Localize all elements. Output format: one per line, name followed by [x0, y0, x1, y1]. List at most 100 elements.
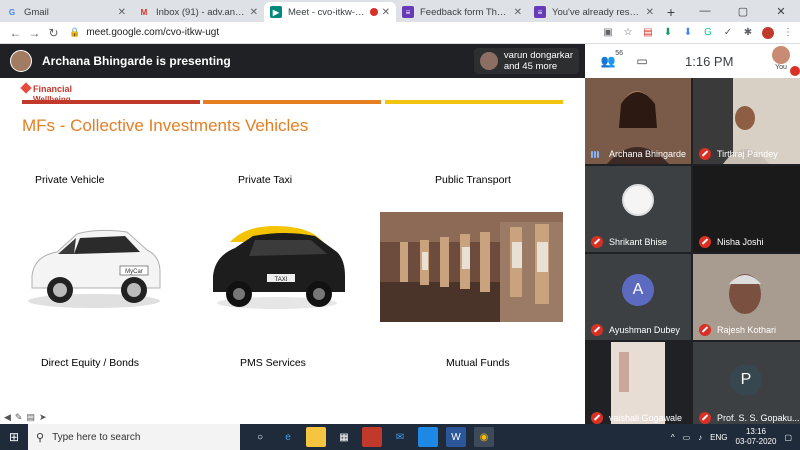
- participant-tile[interactable]: Shrikant Bhise: [585, 166, 691, 252]
- clock: 1:16 PM: [685, 53, 734, 69]
- avatar: [622, 184, 654, 216]
- participant-name: Prof. S. S. Gopaku...: [717, 413, 800, 423]
- participant-tile[interactable]: vaishali Gogawale: [585, 342, 691, 428]
- participant-tile[interactable]: Tirthraj Pandey: [693, 78, 800, 164]
- self-label: You: [775, 64, 787, 71]
- minimize-icon[interactable]: —: [686, 0, 724, 22]
- extension-download-icon[interactable]: ⬇: [662, 27, 674, 39]
- svg-text:MyCar: MyCar: [125, 269, 143, 275]
- participant-name: Shrikant Bhise: [609, 237, 668, 247]
- chrome-icon[interactable]: ◉: [474, 427, 494, 447]
- mic-off-icon: [790, 66, 800, 76]
- people-button[interactable]: 👥 56: [591, 48, 625, 74]
- chat-button[interactable]: ▭: [625, 48, 659, 74]
- pen-icon[interactable]: ✎: [15, 412, 23, 423]
- close-icon[interactable]: ✕: [118, 7, 126, 18]
- mic-off-icon: [591, 412, 603, 424]
- notification-icon[interactable]: ▢: [784, 433, 792, 442]
- close-window-icon[interactable]: ✕: [762, 0, 800, 22]
- slide-bar: [22, 100, 200, 104]
- tab-feedback[interactable]: ≡ Feedback form Thanks for ✕: [396, 2, 528, 22]
- slide-title: MFs - Collective Investments Vehicles: [22, 116, 309, 135]
- puzzle-icon[interactable]: ✱: [742, 27, 754, 39]
- participant-tile[interactable]: P Prof. S. S. Gopaku...: [693, 342, 800, 428]
- network-icon[interactable]: ▭: [683, 433, 691, 442]
- url-text: meet.google.com/cvo-itkw-ugt: [86, 27, 220, 38]
- camera-icon[interactable]: ▣: [602, 27, 614, 39]
- tab-gmail[interactable]: G Gmail ✕: [0, 2, 132, 22]
- mail-icon[interactable]: ✉: [390, 427, 410, 447]
- tab-label: Feedback form Thanks for: [420, 6, 510, 18]
- participant-tile[interactable]: Rajesh Kothari: [693, 254, 800, 340]
- extension-check-icon[interactable]: ✓: [722, 27, 734, 39]
- slide-bar: [385, 100, 563, 104]
- participant-name: Archana Bhingarde: [609, 149, 687, 159]
- avatar: [772, 46, 790, 64]
- tab-label: You've already responded: [552, 6, 642, 18]
- presenting-label: Archana Bhingarde is presenting: [42, 54, 231, 68]
- language-indicator[interactable]: ENG: [710, 433, 727, 442]
- avatar: A: [622, 274, 654, 306]
- participant-name: Rajesh Kothari: [717, 325, 777, 335]
- star-icon[interactable]: ☆: [622, 27, 634, 39]
- close-icon[interactable]: ✕: [514, 7, 522, 18]
- avatar: P: [730, 364, 762, 396]
- taskbar-clock[interactable]: 13:16 03-07-2020: [736, 427, 777, 447]
- tab-inbox[interactable]: M Inbox (91) - adv.anjumajm ✕: [132, 2, 264, 22]
- address-bar[interactable]: 🔒 meet.google.com/cvo-itkw-ugt: [69, 24, 602, 42]
- chat-icon: ▭: [636, 54, 648, 68]
- recording-icon: [369, 8, 378, 16]
- others-chip[interactable]: varun dongarkar and 45 more: [473, 48, 579, 74]
- close-icon[interactable]: ✕: [382, 7, 390, 18]
- caption-mutual-funds: Mutual Funds: [446, 357, 510, 369]
- train-photo: [380, 212, 563, 322]
- search-placeholder: Type here to search: [52, 431, 141, 443]
- windows-start-icon[interactable]: ⊞: [0, 424, 28, 450]
- mic-off-icon: [591, 324, 603, 336]
- tab-label: Inbox (91) - adv.anjumajm: [156, 6, 246, 18]
- volume-icon[interactable]: ♪: [698, 433, 702, 442]
- chevron-up-icon[interactable]: ^: [671, 433, 675, 442]
- tab-responded[interactable]: ≡ You've already responded ✕: [528, 2, 660, 22]
- self-view[interactable]: You: [768, 46, 800, 76]
- gmail-icon: M: [140, 7, 148, 17]
- extension-pdf-icon[interactable]: ▤: [642, 27, 654, 39]
- participant-name: Ayushman Dubey: [609, 325, 680, 335]
- edge-icon[interactable]: e: [278, 427, 298, 447]
- participant-name: vaishali Gogawale: [609, 413, 683, 423]
- gift-icon[interactable]: [362, 427, 382, 447]
- presenter-bar: Archana Bhingarde is presenting varun do…: [0, 44, 585, 78]
- participant-tile[interactable]: Nisha Joshi: [693, 166, 800, 252]
- back-icon[interactable]: ←: [6, 26, 25, 40]
- meet-icon: ▶: [270, 6, 282, 18]
- close-icon[interactable]: ✕: [250, 7, 258, 18]
- participants-grid: Archana Bhingarde Tirthraj Pandey Shrika…: [585, 78, 800, 428]
- participant-tile[interactable]: A Ayushman Dubey: [585, 254, 691, 340]
- store-icon[interactable]: ▦: [334, 427, 354, 447]
- others-name: varun dongarkar: [503, 50, 573, 61]
- close-icon[interactable]: ✕: [646, 7, 654, 18]
- slides-icon[interactable]: ▤: [26, 412, 35, 423]
- profile-icon[interactable]: [762, 26, 774, 39]
- people-count: 56: [615, 50, 623, 57]
- taskbar-search[interactable]: ⚲ Type here to search: [28, 424, 240, 450]
- lock-icon: 🔒: [69, 27, 81, 37]
- reload-icon[interactable]: ↻: [44, 26, 63, 40]
- extension-arrow-icon[interactable]: ⬇: [682, 27, 694, 39]
- task-view-icon[interactable]: ○: [250, 427, 270, 447]
- extension-icons: ▣ ☆ ▤ ⬇ ⬇ G ✓ ✱ ⋮: [602, 26, 794, 39]
- file-explorer-icon[interactable]: [306, 427, 326, 447]
- speaking-icon: [591, 148, 603, 160]
- word-icon[interactable]: W: [446, 427, 466, 447]
- forward-icon[interactable]: →: [25, 26, 44, 40]
- photos-icon[interactable]: [418, 427, 438, 447]
- tab-meet[interactable]: ▶ Meet - cvo-itkw-ugt ✕: [264, 2, 396, 22]
- menu-icon[interactable]: ⋮: [782, 27, 794, 39]
- new-tab-button[interactable]: +: [660, 2, 682, 22]
- extension-grammarly-icon[interactable]: G: [702, 27, 714, 39]
- participant-name: Tirthraj Pandey: [717, 149, 778, 159]
- participant-tile[interactable]: Archana Bhingarde: [585, 78, 691, 164]
- arrow-left-icon[interactable]: ◀: [4, 412, 11, 423]
- pointer-icon[interactable]: ➤: [39, 412, 47, 423]
- maximize-icon[interactable]: ▢: [724, 0, 762, 22]
